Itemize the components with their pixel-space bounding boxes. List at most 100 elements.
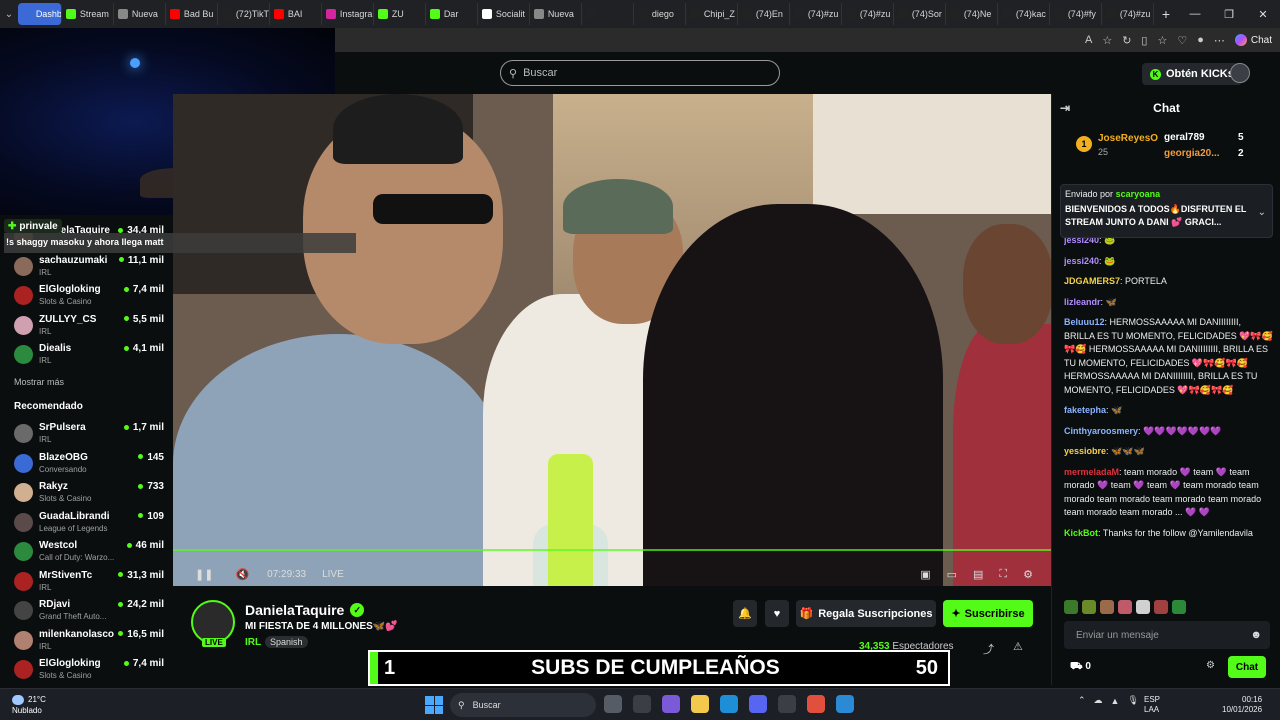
chat-message-input[interactable]: Enviar un mensaje ☻ <box>1064 621 1270 649</box>
browser-essentials-icon[interactable]: ♡ <box>1177 34 1187 47</box>
taskbar-clock[interactable]: 00:16 10/01/2026 <box>1222 695 1262 715</box>
get-kicks-button[interactable]: K Obtén KICKs <box>1142 63 1242 85</box>
browser-tab[interactable]: (74)Ne <box>946 3 998 25</box>
notifications-button[interactable]: 🔔 <box>733 600 757 627</box>
chat-username[interactable]: lizleandr <box>1064 297 1101 307</box>
browser-tab[interactable]: (74)#zu <box>790 3 842 25</box>
sidebar-channel[interactable]: ElGlogloking Slots & Casino 7,4 mil <box>14 658 164 686</box>
file-explorer-icon[interactable] <box>691 695 709 713</box>
browser-tab[interactable]: Socialit <box>478 3 530 25</box>
emote-icon[interactable] <box>1172 600 1186 614</box>
store-icon[interactable] <box>633 695 651 713</box>
chat-username[interactable]: faketepha <box>1064 405 1106 415</box>
sidebar-channel[interactable]: sachauzumaki IRL 11,1 mil <box>14 255 164 283</box>
browser-tab[interactable]: ZU <box>374 3 426 25</box>
emote-icon[interactable] <box>1136 600 1150 614</box>
emote-icon[interactable] <box>1154 600 1168 614</box>
subscribe-button[interactable]: ✦ Suscribirse <box>943 600 1033 627</box>
sidebar-channel[interactable]: milenkanolasco IRL 16,5 mil <box>14 629 164 657</box>
browser-tab[interactable]: (74)#zu <box>842 3 894 25</box>
collapse-chat-icon[interactable]: ⇥ <box>1060 101 1070 115</box>
follow-button[interactable]: ♥ <box>765 600 789 627</box>
new-tab-button[interactable]: + <box>1154 6 1178 22</box>
browser-tab[interactable]: diego <box>634 3 686 25</box>
favorites-icon[interactable]: ☆ <box>1157 34 1167 47</box>
language-indicator[interactable]: ESP LAA <box>1144 695 1160 715</box>
browser-tab[interactable]: Dashbo <box>17 3 62 25</box>
sidebar-channel[interactable]: ZULLYY_CS IRL 5,5 mil <box>14 314 164 342</box>
copilot-app-icon[interactable] <box>662 695 680 713</box>
video-player[interactable]: ❚❚ 🔇 07:29:33 LIVE ▣ ▭ ▤ ⛶ ⚙ <box>173 94 1051 586</box>
gift-subs-button[interactable]: 🎁 Regala Suscripciones <box>796 600 936 627</box>
show-more-link[interactable]: Mostrar más <box>14 377 64 387</box>
report-icon[interactable]: ⚠ <box>1013 640 1023 653</box>
browser-tab[interactable]: (74)En <box>738 3 790 25</box>
browser-tab[interactable]: (74)#zu <box>1102 3 1154 25</box>
browser-tab[interactable]: Bad Bu <box>166 3 218 25</box>
start-button[interactable] <box>425 696 443 714</box>
taskbar-search[interactable]: ⚲ Buscar <box>450 693 596 717</box>
app-tray-icon[interactable]: ▲ <box>1111 696 1120 706</box>
browser-tab[interactable]: BAI <box>270 3 322 25</box>
sidebar-channel[interactable]: SrPulsera IRL 1,7 mil <box>14 422 164 450</box>
sidebar-channel[interactable]: Diealis IRL 4,1 mil <box>14 343 164 371</box>
minimize-icon[interactable]: — <box>1178 8 1212 21</box>
obs-icon[interactable] <box>807 695 825 713</box>
chat-username[interactable]: Cinthyaroosmery <box>1064 426 1138 436</box>
browser-tab[interactable]: (74)#fy <box>1050 3 1102 25</box>
browser-tab[interactable]: (72)TikT <box>218 3 270 25</box>
theater-icon[interactable]: ▤ <box>973 568 983 581</box>
refresh-icon[interactable]: ↻ <box>1122 34 1131 47</box>
split-screen-icon[interactable]: ▯ <box>1141 34 1147 47</box>
live-indicator[interactable]: LIVE <box>322 569 344 580</box>
settings-icon[interactable]: ⚙ <box>1023 568 1033 581</box>
browser-tab[interactable]: Dar <box>426 3 478 25</box>
share-icon[interactable]: ⤴ <box>983 641 994 657</box>
emote-icon[interactable] <box>1082 600 1096 614</box>
task-view-icon[interactable] <box>604 695 622 713</box>
chat-send-button[interactable]: Chat <box>1228 656 1266 678</box>
profile-icon[interactable]: ● <box>1197 34 1204 46</box>
browser-tab[interactable]: Chipi_Z <box>686 3 738 25</box>
emoji-picker-icon[interactable]: ☻ <box>1250 629 1262 641</box>
leader-second-name[interactable]: geral789 <box>1164 132 1205 143</box>
chat-username[interactable]: JDGAMERS7 <box>1064 276 1120 286</box>
onedrive-icon[interactable]: ☁ <box>1094 695 1103 706</box>
mic-icon[interactable]: 🎙 <box>1127 695 1138 706</box>
emote-icon[interactable] <box>1100 600 1114 614</box>
close-icon[interactable]: ✕ <box>1246 8 1280 21</box>
chat-username[interactable]: jessi240 <box>1064 256 1099 266</box>
sidebar-channel[interactable]: RDjavi Grand Theft Auto... 24,2 mil <box>14 599 164 627</box>
streamer-name[interactable]: DanielaTaquire ✓ <box>245 602 365 618</box>
pinned-message[interactable]: Enviado por scaryoana BIENVENIDOS A TODO… <box>1060 184 1273 238</box>
favorite-star-icon[interactable]: ☆ <box>1102 34 1112 47</box>
edge-icon[interactable] <box>720 695 738 713</box>
app-icon[interactable] <box>836 695 854 713</box>
leader-first-name[interactable]: JoseReyesO <box>1098 133 1158 144</box>
browser-tab[interactable] <box>582 3 634 25</box>
pip-icon[interactable]: ▭ <box>947 568 957 581</box>
chat-username[interactable]: yessiobre <box>1064 446 1106 456</box>
chat-settings-icon[interactable]: ⚙ <box>1206 660 1215 671</box>
chat-username[interactable]: Beluuu12 <box>1064 317 1105 327</box>
clip-icon[interactable]: ▣ <box>920 568 930 581</box>
browser-tab[interactable]: Stream <box>62 3 114 25</box>
more-menu-icon[interactable]: ⋯ <box>1214 34 1225 47</box>
weather-widget[interactable]: 21°C Nublado <box>12 694 46 716</box>
app-icon[interactable] <box>778 695 796 713</box>
chevron-down-icon[interactable]: ⌄ <box>1258 207 1266 218</box>
browser-tab[interactable]: (74)Sor <box>894 3 946 25</box>
sidebar-channel[interactable]: Rakyz Slots & Casino 733 <box>14 481 164 509</box>
show-hidden-icons[interactable]: ⌃ <box>1078 695 1086 706</box>
browser-tab[interactable]: (74)kac <box>998 3 1050 25</box>
sidebar-channel[interactable]: ElGlogloking Slots & Casino 7,4 mil <box>14 284 164 312</box>
sidebar-channel[interactable]: Westcol Call of Duty: Warzo... 46 mil <box>14 540 164 568</box>
stream-category[interactable]: IRL <box>245 637 261 648</box>
streamer-avatar[interactable]: LIVE <box>191 600 235 647</box>
mute-icon[interactable]: 🔇 <box>235 568 249 581</box>
stream-language-tag[interactable]: Spanish <box>265 636 308 648</box>
browser-tab[interactable]: Nueva <box>114 3 166 25</box>
leader-third-name[interactable]: georgia20... <box>1164 148 1220 159</box>
sidebar-channel[interactable]: GuadaLibrandi League of Legends 109 <box>14 511 164 539</box>
tab-actions-icon[interactable]: ⌄ <box>0 0 18 28</box>
